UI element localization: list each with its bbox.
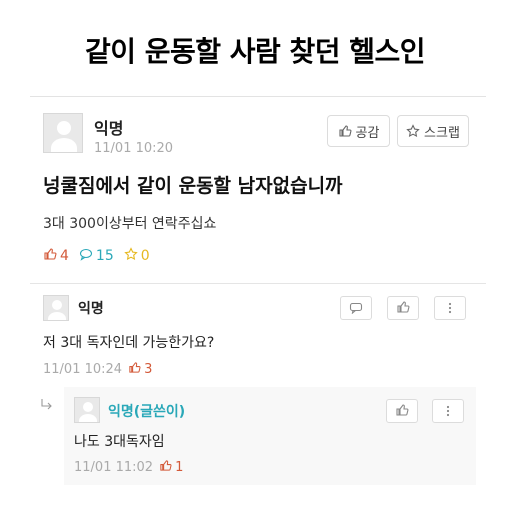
reply-datetime: 11/01 11:02 bbox=[74, 460, 154, 475]
thumbs-up-icon bbox=[159, 459, 172, 476]
reply-like-button[interactable] bbox=[386, 399, 418, 423]
comment-author-avatar bbox=[43, 295, 69, 321]
scrap-count: 0 bbox=[124, 247, 150, 265]
comment-reply-button[interactable] bbox=[340, 296, 372, 320]
comment-author-name: 익명 bbox=[78, 301, 104, 317]
comment-count: 15 bbox=[79, 247, 114, 265]
thumbs-up-icon bbox=[43, 247, 57, 265]
more-vertical-icon bbox=[448, 299, 452, 318]
comment-datetime: 11/01 10:24 bbox=[43, 362, 123, 377]
thumbs-up-icon bbox=[395, 402, 409, 421]
comment-text: 저 3대 독자인데 가능한가요? bbox=[43, 335, 215, 351]
post-body: 3대 300이상부터 연락주십쇼 bbox=[43, 216, 217, 232]
more-vertical-icon bbox=[446, 402, 450, 421]
scrap-label: 스크랩 bbox=[424, 125, 460, 141]
like-count: 4 bbox=[43, 247, 69, 265]
reply-more-button[interactable] bbox=[432, 399, 464, 423]
reply-author-name: 익명(글쓴이) bbox=[108, 404, 186, 420]
comment-more-button[interactable] bbox=[434, 296, 466, 320]
post-stats: 4 15 0 bbox=[43, 247, 150, 265]
comment-like-button[interactable] bbox=[387, 296, 419, 320]
reply-like-count: 1 bbox=[159, 459, 183, 476]
comments-divider bbox=[30, 283, 486, 284]
reply-meta: 11/01 11:02 1 bbox=[74, 459, 183, 476]
thumbs-up-icon bbox=[128, 361, 141, 378]
comment-like-count: 3 bbox=[128, 361, 152, 378]
post-title: 넝쿨짐에서 같이 운동할 남자없습니까 bbox=[43, 175, 343, 197]
thumbs-up-icon bbox=[338, 124, 352, 138]
empathy-label: 공감 bbox=[355, 125, 380, 141]
reply-author-avatar bbox=[74, 397, 100, 423]
comment-meta: 11/01 10:24 3 bbox=[43, 361, 152, 378]
reply-arrow-icon bbox=[40, 397, 54, 411]
empathy-button[interactable]: 공감 bbox=[327, 115, 390, 147]
reply-box: 익명(글쓴이) 나도 3대독자임 11/01 11:02 1 bbox=[64, 387, 476, 485]
scrap-button[interactable]: 스크랩 bbox=[397, 115, 469, 147]
reply-text: 나도 3대독자임 bbox=[74, 434, 165, 450]
post-author-name: 익명 bbox=[94, 119, 124, 138]
post-author-avatar bbox=[43, 113, 83, 153]
speech-bubble-icon bbox=[349, 299, 363, 318]
star-icon bbox=[124, 247, 138, 265]
post-datetime: 11/01 10:20 bbox=[94, 141, 174, 156]
star-icon bbox=[406, 124, 420, 138]
thumbs-up-icon bbox=[396, 299, 410, 318]
post-card: 익명 11/01 10:20 공감 스크랩 넝쿨짐에서 같이 운동할 남자없습니… bbox=[30, 96, 486, 485]
speech-bubble-icon bbox=[79, 247, 93, 265]
meme-headline: 같이 운동할 사람 찾던 헬스인 bbox=[84, 35, 426, 68]
